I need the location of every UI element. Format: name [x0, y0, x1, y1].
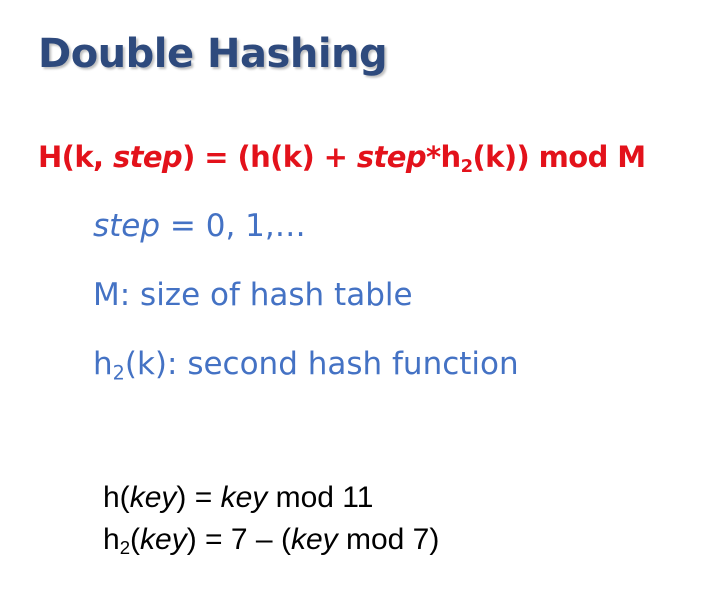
- key-variable: key: [290, 523, 338, 556]
- h2-description: (k): second hash function: [124, 346, 519, 382]
- hash-part: mod 11: [267, 481, 374, 514]
- secondary-hash-function: h2(key) = 7 – (key mod 7): [103, 522, 439, 558]
- key-variable: key: [140, 523, 187, 556]
- hash-part: ) = 7 – (: [186, 523, 291, 556]
- step-variable: step: [93, 208, 161, 244]
- table-size-definition: M: size of hash table: [93, 277, 413, 313]
- hash-part: mod 7): [337, 523, 440, 556]
- formula-part: ) = (h(k) +: [182, 140, 357, 174]
- key-variable: key: [129, 481, 177, 514]
- primary-hash-function: h(key) = key mod 11: [103, 480, 373, 516]
- hash-part: h: [103, 523, 120, 556]
- hash-part: h(: [103, 481, 130, 514]
- step-definition: step = 0, 1,…: [93, 208, 306, 245]
- key-variable: key: [220, 481, 268, 514]
- formula-part: (k)) mod M: [472, 140, 647, 174]
- formula-step-variable: step: [112, 140, 183, 174]
- formula-part: *h: [425, 140, 461, 174]
- double-hash-formula: H(k, step) = (h(k) + step*h2(k)) mod M: [38, 140, 647, 178]
- hash-subscript: 2: [119, 537, 131, 559]
- formula-subscript: 2: [460, 156, 474, 178]
- hash-part: (: [130, 523, 141, 556]
- h2-letter: h: [93, 346, 113, 382]
- formula-part: H(k,: [38, 140, 113, 174]
- h2-subscript: 2: [112, 361, 125, 385]
- formula-step-variable: step: [356, 140, 427, 174]
- step-values: = 0, 1,…: [160, 208, 306, 244]
- slide-title: Double Hashing: [38, 31, 388, 77]
- second-hash-definition: h2(k): second hash function: [93, 346, 519, 383]
- hash-part: ) =: [176, 481, 221, 514]
